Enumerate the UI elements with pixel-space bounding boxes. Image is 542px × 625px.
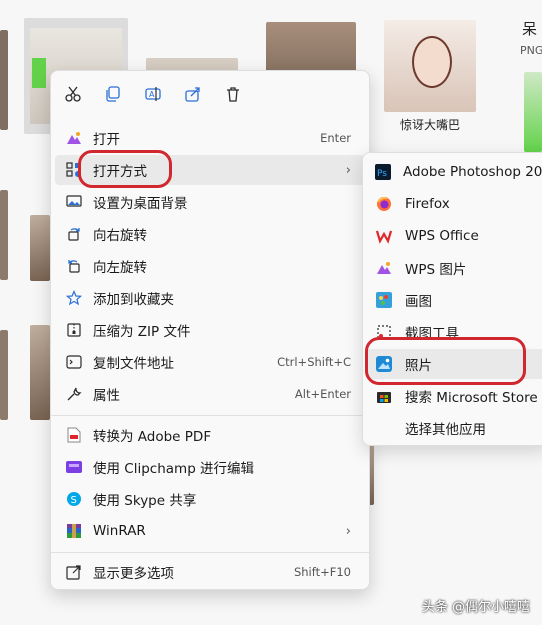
menu-item-skype[interactable]: S 使用 Skype 共享 [55, 484, 365, 514]
menu-item-winrar[interactable]: WinRAR › [55, 516, 365, 546]
menu-item-set-background[interactable]: 设置为桌面背景 [55, 187, 365, 217]
desktop-background-icon [65, 193, 83, 211]
menu-item-rotate-left[interactable]: 向左旋转 [55, 251, 365, 281]
menu-item-label: 使用 Skype 共享 [93, 493, 197, 509]
rename-icon[interactable]: A [142, 83, 164, 105]
image-tile[interactable] [384, 20, 476, 112]
submenu-item-wps-office[interactable]: WPS Office [367, 221, 542, 251]
submenu-item-paint[interactable]: 画图 [367, 285, 542, 315]
submenu-item-label: 画图 [405, 294, 432, 310]
adobe-pdf-icon [65, 426, 83, 444]
image-tile[interactable] [524, 72, 542, 152]
highlight-ring-open-with [78, 150, 172, 188]
menu-item-clipchamp[interactable]: 使用 Clipchamp 进行编辑 [55, 452, 365, 482]
menu-item-label: 复制文件地址 [93, 356, 174, 372]
quick-actions-bar: A [51, 71, 369, 119]
menu-item-label: 向右旋转 [93, 228, 147, 244]
menu-item-properties[interactable]: 属性 Alt+Enter [55, 379, 365, 409]
submenu-item-firefox[interactable]: Firefox [367, 189, 542, 219]
watermark: 头条 @偶尔小嘻嘻 [421, 600, 530, 615]
submenu-item-label: 选择其他应用 [405, 422, 486, 438]
menu-item-rotate-right[interactable]: 向右旋转 [55, 219, 365, 249]
menu-item-shortcut: Alt+Enter [294, 387, 351, 401]
menu-item-label: 添加到收藏夹 [93, 292, 174, 308]
menu-item-label: 向左旋转 [93, 260, 147, 276]
submenu-item-label: Adobe Photoshop 2023 [403, 164, 542, 180]
copy-path-icon [65, 353, 83, 371]
context-menu: A 打开 Enter 打开方式 › 设置为桌面背景 向右旋转 向左旋转 添加到收… [50, 70, 370, 590]
menu-item-shortcut: Ctrl+Shift+C [277, 355, 351, 369]
blank-icon-slot [375, 419, 393, 437]
image-tile[interactable] [0, 190, 8, 280]
menu-item-label: 打开 [93, 132, 120, 148]
menu-separator [51, 552, 369, 553]
menu-item-label: WinRAR [93, 523, 146, 539]
submenu-item-choose-other[interactable]: 选择其他应用 [367, 413, 542, 443]
svg-text:S: S [71, 495, 77, 506]
paint-icon [375, 291, 393, 309]
more-options-icon [65, 563, 83, 581]
submenu-item-label: WPS Office [405, 228, 479, 244]
star-icon [65, 289, 83, 307]
file-title: 呆 [522, 20, 538, 38]
menu-item-label: 显示更多选项 [93, 566, 174, 582]
wps-pictures-icon [375, 259, 393, 277]
image-tile[interactable] [30, 215, 50, 281]
zip-icon [65, 321, 83, 339]
thumbnail-label: 惊讶大嘴巴 [400, 118, 461, 132]
menu-item-convert-pdf[interactable]: 转换为 Adobe PDF [55, 420, 365, 450]
menu-item-shortcut: Shift+F10 [293, 565, 351, 579]
image-tile[interactable] [30, 325, 50, 420]
submenu-item-label: WPS 图片 [405, 262, 467, 278]
delete-icon[interactable] [222, 83, 244, 105]
rotate-right-icon [65, 225, 83, 243]
green-accent [32, 58, 46, 88]
store-icon [375, 387, 393, 405]
menu-item-open[interactable]: 打开 Enter [55, 123, 365, 153]
chevron-right-icon: › [345, 162, 351, 178]
firefox-icon [375, 195, 393, 213]
wrench-icon [65, 385, 83, 403]
menu-item-label: 设置为桌面背景 [93, 196, 188, 212]
submenu-item-store[interactable]: 搜索 Microsoft Store [367, 381, 542, 411]
file-type: PNG [520, 44, 542, 57]
menu-item-label: 压缩为 ZIP 文件 [93, 324, 191, 340]
svg-text:Ps: Ps [377, 169, 387, 179]
menu-item-copy-path[interactable]: 复制文件地址 Ctrl+Shift+C [55, 347, 365, 377]
menu-item-compress-zip[interactable]: 压缩为 ZIP 文件 [55, 315, 365, 345]
open-with-submenu: Ps Adobe Photoshop 2023 Firefox WPS Offi… [362, 152, 542, 446]
skype-icon: S [65, 490, 83, 508]
menu-item-shortcut: Enter [320, 131, 351, 145]
photoshop-icon: Ps [375, 163, 391, 181]
highlight-ring-photos [365, 337, 526, 385]
cut-icon[interactable] [62, 83, 84, 105]
copy-icon[interactable] [102, 83, 124, 105]
svg-text:A: A [149, 90, 155, 99]
menu-item-add-favorites[interactable]: 添加到收藏夹 [55, 283, 365, 313]
character-face [412, 36, 452, 88]
submenu-item-label: 搜索 Microsoft Store [405, 390, 538, 406]
image-tile[interactable] [0, 330, 8, 420]
submenu-item-photoshop[interactable]: Ps Adobe Photoshop 2023 [367, 157, 542, 187]
menu-item-label: 使用 Clipchamp 进行编辑 [93, 461, 255, 477]
submenu-item-label: Firefox [405, 196, 450, 212]
share-icon[interactable] [182, 83, 204, 105]
clipchamp-icon [65, 458, 83, 476]
rotate-left-icon [65, 257, 83, 275]
menu-item-label: 转换为 Adobe PDF [93, 429, 212, 445]
menu-item-show-more-options[interactable]: 显示更多选项 Shift+F10 [55, 557, 365, 587]
photos-app-icon [65, 129, 83, 147]
winrar-icon [65, 522, 83, 540]
image-tile[interactable] [0, 30, 8, 130]
wps-office-icon [375, 227, 393, 245]
menu-separator [51, 415, 369, 416]
menu-item-label: 属性 [93, 388, 120, 404]
submenu-item-wps-pictures[interactable]: WPS 图片 [367, 253, 542, 283]
chevron-right-icon: › [345, 523, 351, 539]
